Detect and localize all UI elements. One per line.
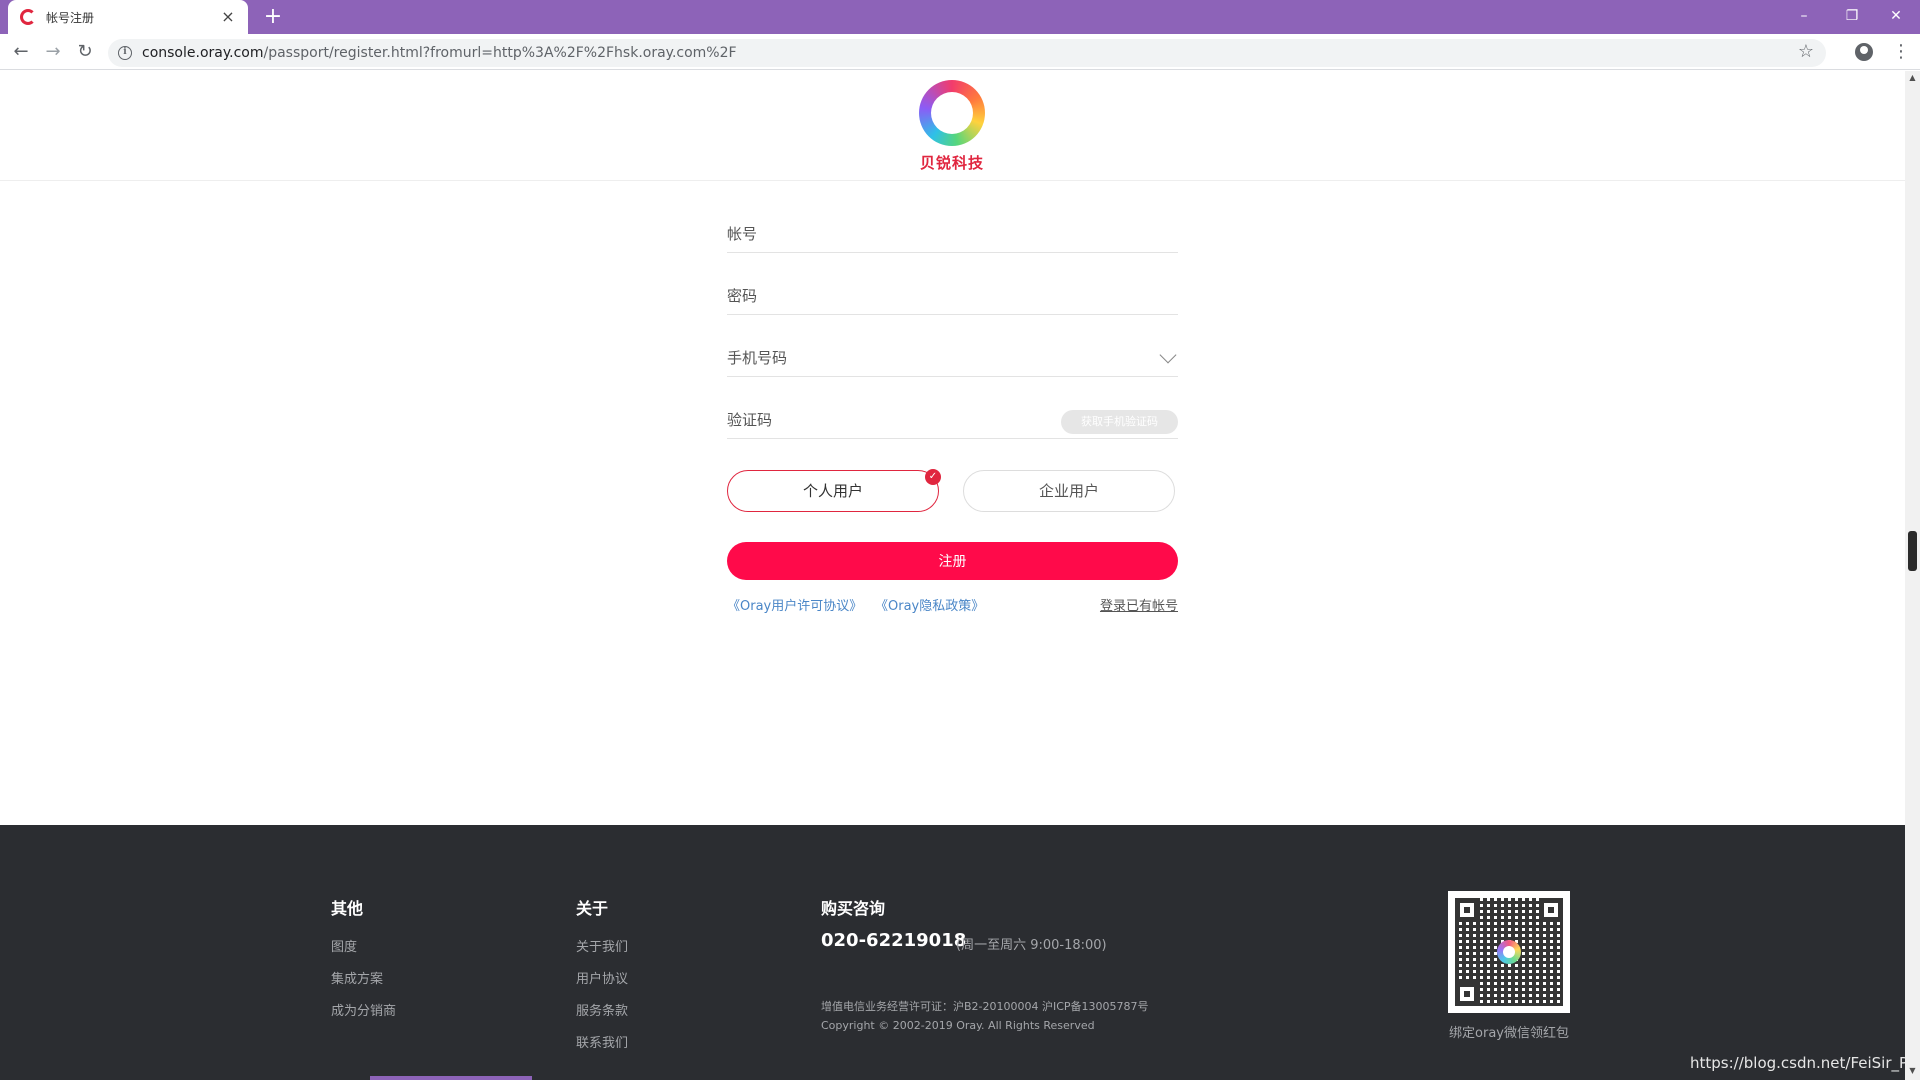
minimize-icon[interactable]: –: [1784, 4, 1824, 28]
back-arrow-icon[interactable]: ←: [10, 41, 32, 63]
qr-corner: [1455, 982, 1479, 1006]
page-scrollbar[interactable]: ▲ ▼: [1905, 71, 1920, 1080]
url-host: console.oray.com: [142, 45, 264, 61]
password-input[interactable]: [727, 285, 1087, 307]
qr-pattern: [1455, 898, 1563, 1006]
address-bar[interactable]: i console.oray.com /passport/register.ht…: [108, 39, 1826, 67]
personal-user-button[interactable]: 个人用户 ✓: [727, 469, 941, 512]
footer-link[interactable]: 服务条款: [576, 1000, 628, 1019]
scroll-down-icon[interactable]: ▼: [1908, 1066, 1917, 1076]
footer-link[interactable]: 关于我们: [576, 936, 628, 955]
footer-link[interactable]: 图度: [331, 936, 357, 955]
footer-other-title: 其他: [331, 899, 364, 918]
kebab-menu-icon[interactable]: ⋮: [1892, 42, 1910, 62]
footer-link[interactable]: 联系我们: [576, 1032, 628, 1051]
footer-link[interactable]: 用户协议: [576, 968, 628, 987]
enterprise-user-button[interactable]: 企业用户: [963, 470, 1175, 512]
logo-text: 贝锐科技: [919, 154, 984, 172]
footer-phone: 020-62219018: [821, 930, 967, 951]
form-links: 《Oray用户许可协议》 《Oray隐私政策》 登录已有帐号: [727, 595, 1178, 615]
privacy-link[interactable]: 《Oray隐私政策》: [875, 595, 984, 614]
password-field: [727, 275, 1178, 315]
browser-tab[interactable]: 帐号注册 ×: [8, 0, 248, 34]
scroll-up-icon[interactable]: ▲: [1908, 73, 1917, 83]
qr-corner: [1455, 898, 1479, 922]
url-path: /passport/register.html?fromurl=http%3A%…: [263, 45, 737, 61]
window-close-icon[interactable]: ✕: [1876, 4, 1916, 28]
wechat-qr-code: [1448, 891, 1570, 1013]
check-icon: ✓: [925, 469, 941, 485]
browser-titlebar: 帐号注册 × + – ❐ ✕: [0, 0, 1920, 34]
oray-logo-icon[interactable]: [919, 80, 985, 146]
footer-about-title: 关于: [576, 899, 609, 918]
get-code-button[interactable]: 获取手机验证码: [1061, 410, 1178, 434]
qr-logo-icon: [1497, 940, 1521, 964]
site-footer: 其他 图度 集成方案 成为分销商 关于 关于我们 用户协议 服务条款 联系我们 …: [0, 825, 1919, 1080]
login-link[interactable]: 登录已有帐号: [1100, 595, 1178, 614]
code-input[interactable]: [727, 409, 1087, 431]
scroll-thumb[interactable]: [1908, 531, 1917, 571]
tab-title: 帐号注册: [46, 10, 95, 25]
account-input[interactable]: [727, 223, 1087, 245]
favicon-icon: [20, 9, 36, 25]
phone-input[interactable]: [727, 347, 1087, 369]
qr-caption: 绑定oray微信领红包: [1449, 1026, 1569, 1041]
browser-toolbar: ← → ↻ i console.oray.com /passport/regis…: [0, 34, 1920, 70]
close-icon[interactable]: ×: [220, 9, 236, 25]
page-content: 贝锐科技 获取手机验证码 个人用户 ✓ 企业用户 注册 《Oray用户许可协议》…: [0, 71, 1919, 1080]
register-button[interactable]: 注册: [727, 542, 1178, 580]
watermark: https://blog.csdn.net/FeiSir_PC: [1690, 1054, 1919, 1072]
qr-corner: [1539, 898, 1563, 922]
info-icon[interactable]: i: [118, 46, 132, 60]
restore-icon[interactable]: ❐: [1832, 4, 1872, 28]
code-field: 获取手机验证码: [727, 399, 1178, 439]
site-header: 贝锐科技: [0, 71, 1905, 181]
agreement-link[interactable]: 《Oray用户许可协议》: [727, 595, 862, 614]
personal-user-label: 个人用户: [802, 482, 863, 500]
plus-icon[interactable]: +: [262, 6, 284, 28]
chevron-down-icon[interactable]: [1159, 346, 1177, 364]
footer-link[interactable]: 集成方案: [331, 968, 383, 987]
footer-accent-bar: [370, 1076, 532, 1080]
footer-copyright: Copyright © 2002-2019 Oray. All Rights R…: [821, 1019, 1095, 1032]
star-icon[interactable]: ☆: [1798, 41, 1814, 62]
enterprise-user-label: 企业用户: [1038, 482, 1099, 500]
account-field: [727, 213, 1178, 253]
footer-link[interactable]: 成为分销商: [331, 1000, 396, 1019]
phone-field: [727, 337, 1178, 377]
account-icon[interactable]: [1855, 43, 1873, 61]
footer-hours: (周一至周六 9:00-18:00): [956, 938, 1107, 953]
forward-arrow-icon[interactable]: →: [42, 41, 64, 63]
reload-icon[interactable]: ↻: [74, 41, 96, 63]
footer-purchase-title: 购买咨询: [821, 899, 886, 918]
footer-license: 增值电信业务经营许可证：沪B2-20100004 沪ICP备13005787号: [821, 1000, 1149, 1013]
